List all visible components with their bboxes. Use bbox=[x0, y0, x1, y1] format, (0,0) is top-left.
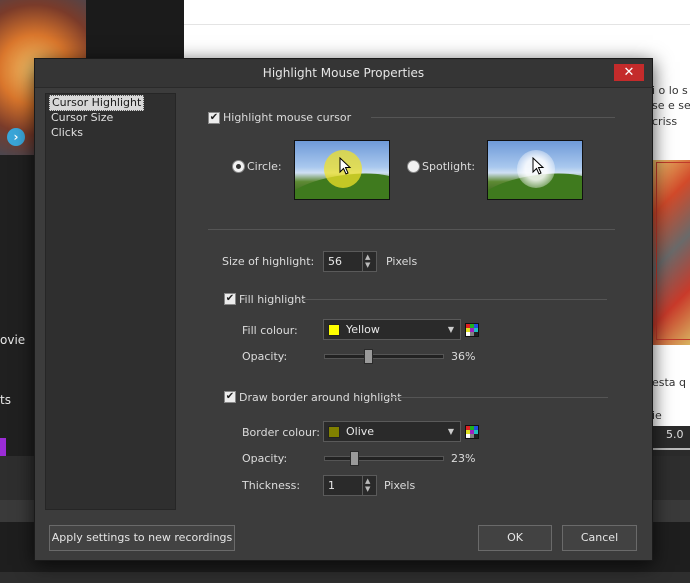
nav-item-clicks[interactable]: Clicks bbox=[49, 126, 85, 140]
size-of-highlight-label: Size of highlight: bbox=[222, 255, 315, 268]
section-divider bbox=[386, 397, 608, 398]
circle-preview-image bbox=[294, 140, 390, 200]
bg-right-text-1: i o lo s bbox=[652, 84, 688, 97]
highlight-cursor-label: Highlight mouse cursor bbox=[223, 111, 352, 124]
background-map-outline bbox=[656, 162, 690, 340]
background-document-divider bbox=[184, 24, 690, 25]
bg-right-text-5: ie bbox=[652, 409, 662, 422]
border-colour-swatch bbox=[328, 426, 340, 438]
purple-marker bbox=[0, 438, 6, 456]
size-unit-label: Pixels bbox=[386, 255, 418, 268]
border-colour-select[interactable]: Olive ▼ bbox=[323, 421, 461, 442]
nav-item-cursor-highlight[interactable]: Cursor Highlight bbox=[49, 95, 145, 111]
size-value[interactable]: 56 bbox=[328, 252, 342, 271]
fill-colour-palette-icon[interactable] bbox=[465, 323, 479, 337]
fill-colour-select[interactable]: Yellow ▼ bbox=[323, 319, 461, 340]
spotlight-preview-image bbox=[487, 140, 583, 200]
fill-opacity-label: Opacity: bbox=[242, 350, 288, 363]
fill-highlight-label: Fill highlight bbox=[239, 293, 306, 306]
mouse-pointer-icon bbox=[339, 157, 352, 175]
section-divider bbox=[301, 299, 607, 300]
chevron-down-icon[interactable]: ▼ bbox=[365, 261, 370, 270]
spotlight-label: Spotlight: bbox=[422, 160, 476, 173]
nav-item-cursor-size[interactable]: Cursor Size bbox=[49, 111, 115, 125]
thickness-label: Thickness: bbox=[242, 479, 301, 492]
timeline-zoom-value: 5.0 bbox=[666, 428, 684, 441]
thickness-stepper[interactable]: 1 ▲ ▼ bbox=[323, 475, 377, 496]
fill-opacity-slider[interactable] bbox=[324, 349, 444, 364]
border-opacity-label: Opacity: bbox=[242, 452, 288, 465]
bg-right-text-2: se e se bbox=[652, 99, 690, 112]
size-stepper-arrows[interactable]: ▲ ▼ bbox=[362, 252, 376, 271]
highlight-mouse-properties-dialog: Highlight Mouse Properties ✕ Cursor High… bbox=[34, 58, 653, 561]
fill-colour-value: Yellow bbox=[346, 323, 380, 336]
draw-border-checkbox[interactable]: ✔ bbox=[224, 391, 236, 403]
checkmark-icon: ✔ bbox=[225, 391, 235, 402]
bg-right-text-4: esta q u bbox=[652, 376, 690, 389]
border-colour-palette-icon[interactable] bbox=[465, 425, 479, 439]
bg-right-text-3: criss bbox=[652, 115, 678, 128]
draw-border-label: Draw border around highlight bbox=[239, 391, 402, 404]
border-colour-label: Border colour: bbox=[242, 426, 320, 439]
bg-left-text-movie: ovie bbox=[0, 333, 26, 347]
border-colour-value: Olive bbox=[346, 425, 375, 438]
next-arrow-icon[interactable]: › bbox=[7, 128, 25, 146]
border-opacity-slider-thumb[interactable] bbox=[350, 451, 359, 466]
section-divider bbox=[208, 229, 615, 230]
circle-radio[interactable] bbox=[232, 160, 245, 173]
chevron-down-icon[interactable]: ▼ bbox=[365, 485, 370, 494]
fill-colour-label: Fill colour: bbox=[242, 324, 298, 337]
checkmark-icon: ✔ bbox=[209, 112, 219, 123]
settings-nav: Cursor Highlight Cursor Size Clicks bbox=[45, 93, 176, 510]
dialog-title: Highlight Mouse Properties bbox=[262, 66, 425, 80]
border-opacity-slider[interactable] bbox=[324, 451, 444, 466]
fill-highlight-checkbox[interactable]: ✔ bbox=[224, 293, 236, 305]
chevron-down-icon: ▼ bbox=[447, 427, 454, 436]
cancel-button[interactable]: Cancel bbox=[562, 525, 637, 551]
thickness-stepper-arrows[interactable]: ▲ ▼ bbox=[362, 476, 376, 495]
ok-button[interactable]: OK bbox=[478, 525, 552, 551]
fill-opacity-slider-thumb[interactable] bbox=[364, 349, 373, 364]
apply-settings-button[interactable]: Apply settings to new recordings bbox=[49, 525, 235, 551]
timeline-zoom-bar[interactable] bbox=[652, 448, 690, 450]
close-button[interactable]: ✕ bbox=[614, 64, 644, 81]
mouse-pointer-icon bbox=[532, 157, 545, 175]
fill-opacity-value: 36% bbox=[451, 350, 476, 363]
checkmark-icon: ✔ bbox=[225, 293, 235, 304]
circle-label: Circle: bbox=[247, 160, 282, 173]
fill-colour-swatch bbox=[328, 324, 340, 336]
spotlight-radio[interactable] bbox=[407, 160, 420, 173]
chevron-down-icon: ▼ bbox=[447, 325, 454, 334]
bg-left-text-ts: ts bbox=[0, 393, 11, 407]
size-stepper[interactable]: 56 ▲ ▼ bbox=[323, 251, 377, 272]
highlight-cursor-checkbox[interactable]: ✔ bbox=[208, 112, 220, 124]
dialog-titlebar[interactable]: Highlight Mouse Properties ✕ bbox=[35, 59, 652, 88]
border-opacity-value: 23% bbox=[451, 452, 476, 465]
close-icon: ✕ bbox=[623, 65, 635, 80]
thickness-unit-label: Pixels bbox=[384, 479, 416, 492]
thickness-value[interactable]: 1 bbox=[328, 476, 335, 495]
section-divider bbox=[371, 117, 615, 118]
